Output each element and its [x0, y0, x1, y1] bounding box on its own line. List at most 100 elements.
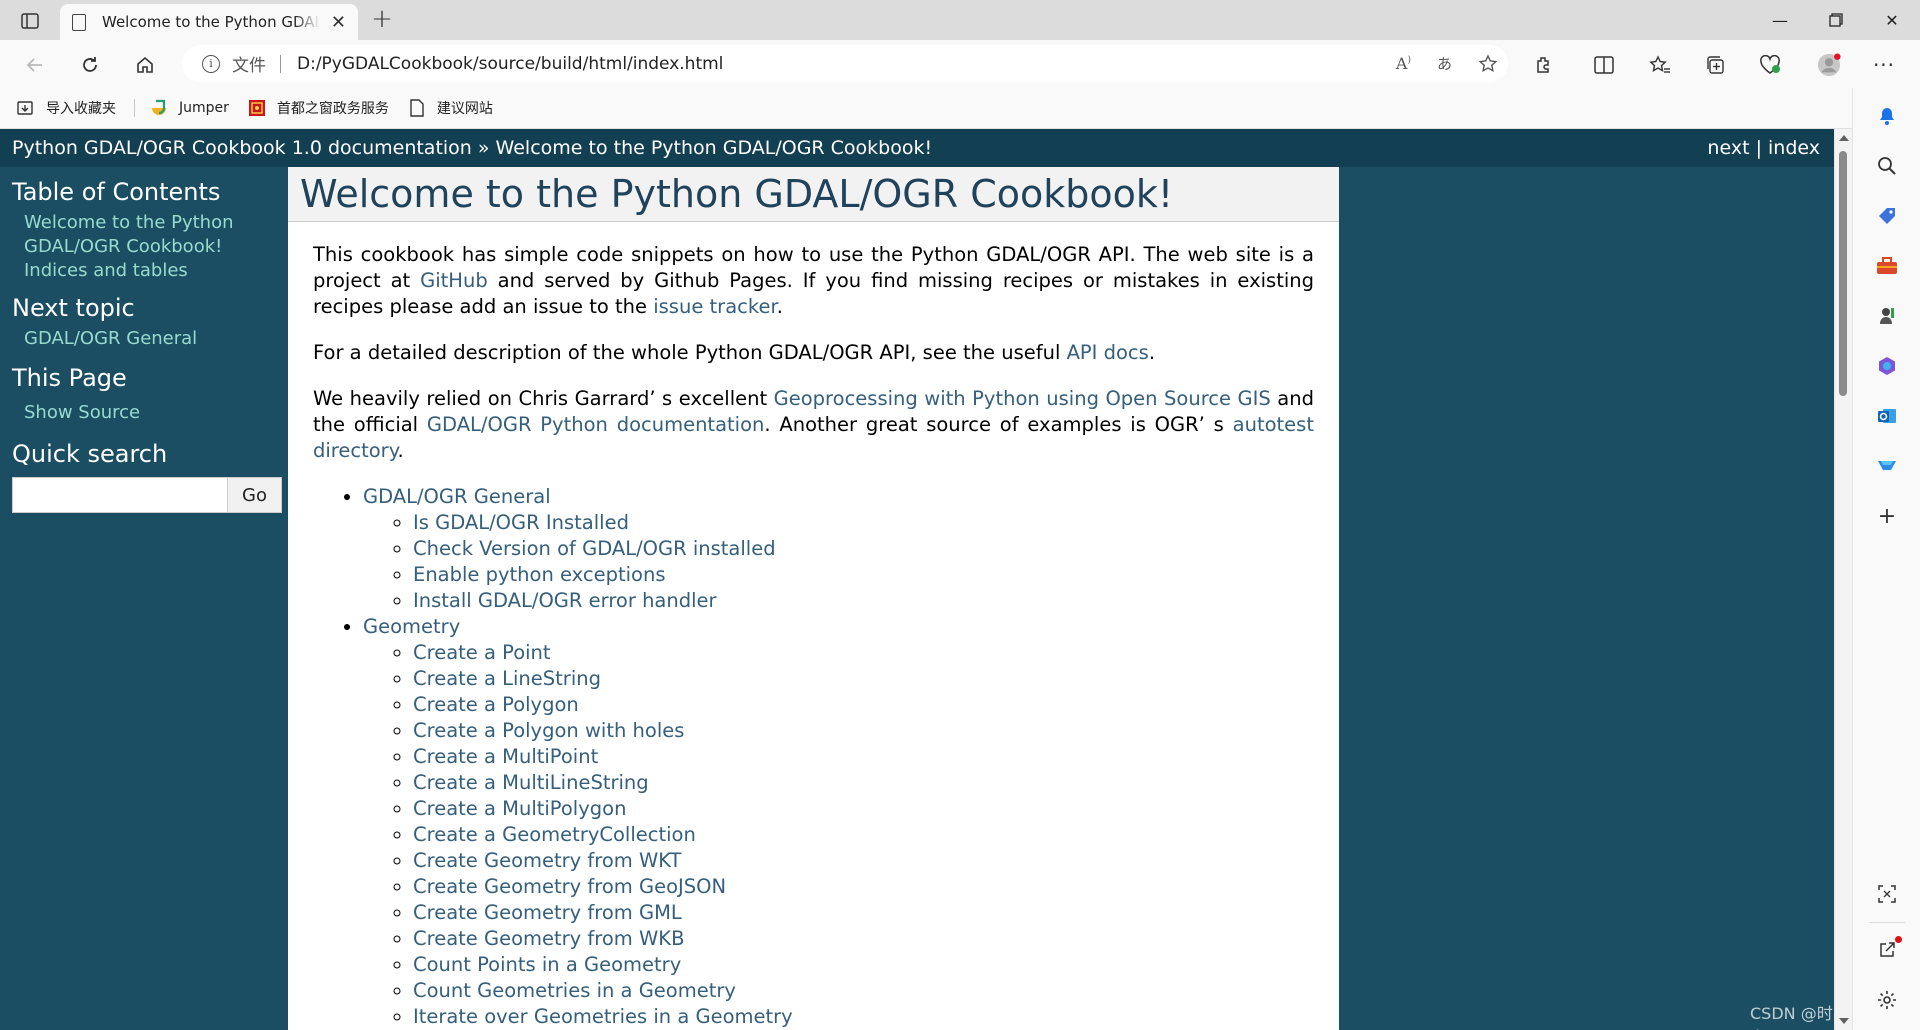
toc-subsection: Create a Polygon with holes: [413, 718, 1314, 744]
tab-actions-button[interactable]: [12, 8, 48, 34]
geoprocessing-link[interactable]: Geoprocessing with Python using Open Sou…: [774, 387, 1271, 410]
restore-button[interactable]: [1808, 0, 1864, 40]
toc-subsection-link[interactable]: Create Geometry from GeoJSON: [413, 875, 726, 898]
shopping-tag-icon[interactable]: [1875, 204, 1899, 228]
toc-subsection-link[interactable]: Create a Point: [413, 641, 551, 664]
active-tab[interactable]: Welcome to the Python GDAL/OGR Cookbook!…: [60, 4, 358, 40]
bell-icon[interactable]: [1875, 104, 1899, 128]
extensions-icon[interactable]: [1532, 53, 1556, 77]
toc-subsection: Create Geometry from WKB: [413, 926, 1314, 952]
toc-subsection-link[interactable]: Create a Polygon: [413, 693, 579, 716]
next-topic-link[interactable]: GDAL/OGR General: [24, 327, 288, 351]
home-button[interactable]: [130, 50, 160, 80]
text: For a detailed description of the whole …: [313, 341, 1067, 364]
toc-subsection-link[interactable]: Enable python exceptions: [413, 563, 666, 586]
text: . Another great source of examples is OG…: [764, 413, 1233, 436]
page-scrollbar[interactable]: [1834, 129, 1852, 1030]
add-icon[interactable]: +: [1875, 504, 1899, 529]
toc-subsection-link[interactable]: Create a GeometryCollection: [413, 823, 696, 846]
bookmark-label: 导入收藏夹: [46, 101, 116, 117]
drop-icon[interactable]: [1875, 454, 1899, 478]
search-go-button[interactable]: Go: [228, 477, 282, 513]
favorites-icon[interactable]: [1648, 53, 1672, 77]
refresh-button[interactable]: [75, 50, 105, 80]
toc-subsection-link[interactable]: Create a LineString: [413, 667, 601, 690]
bookmark-jumper[interactable]: Jumper: [149, 98, 229, 118]
read-aloud-icon[interactable]: A): [1396, 54, 1411, 73]
toc-subsection: Create a LineString: [413, 666, 1314, 692]
gdal-python-docs-link[interactable]: GDAL/OGR Python documentation: [427, 413, 764, 436]
toc-subsection: Create a Polygon: [413, 692, 1314, 718]
toc-subsection-link[interactable]: Count Geometries in a Geometry: [413, 979, 736, 1002]
toc-subsection-link[interactable]: Check Version of GDAL/OGR installed: [413, 537, 776, 560]
scrollbar-thumb[interactable]: [1839, 151, 1847, 396]
toc-subsection-link[interactable]: Create a MultiPoint: [413, 745, 598, 768]
next-link[interactable]: next: [1707, 137, 1749, 159]
collections-icon[interactable]: [1703, 53, 1727, 77]
scroll-down-icon[interactable]: [1839, 1018, 1849, 1024]
url-text[interactable]: D:/PyGDALCookbook/source/build/html/inde…: [297, 54, 723, 74]
games-icon[interactable]: [1875, 304, 1899, 328]
toc-section-link[interactable]: GDAL/OGR General: [363, 485, 551, 508]
info-icon[interactable]: i: [202, 54, 220, 73]
search-icon[interactable]: [1875, 154, 1899, 178]
nav-separator: |: [1755, 137, 1762, 159]
toc-subsection-link[interactable]: Create a MultiLineString: [413, 771, 649, 794]
more-menu-icon[interactable]: ···: [1872, 53, 1896, 77]
github-link[interactable]: GitHub: [420, 269, 488, 292]
close-window-button[interactable]: ✕: [1864, 0, 1920, 40]
translate-icon[interactable]: あ: [1437, 53, 1452, 74]
show-source-link[interactable]: Show Source: [24, 401, 288, 425]
toc-subsection-link[interactable]: Create Geometry from WKB: [413, 927, 684, 950]
edge-sidebar: +: [1852, 88, 1920, 1030]
toc-subsection: Create a Point: [413, 640, 1314, 666]
microsoft-365-icon[interactable]: [1875, 354, 1899, 378]
browser-toolbar: i 文件 D:/PyGDALCookbook/source/build/html…: [0, 40, 1920, 88]
tools-icon[interactable]: [1875, 254, 1899, 278]
quick-search-input[interactable]: [12, 477, 228, 513]
toc-section: GDAL/OGR General Is GDAL/OGR Installed Che…: [363, 484, 1314, 614]
quick-search-heading: Quick search: [12, 440, 168, 468]
minimize-button[interactable]: —: [1752, 0, 1808, 40]
split-screen-icon[interactable]: [1592, 53, 1616, 77]
issue-tracker-link[interactable]: issue tracker: [653, 295, 776, 318]
text: .: [776, 295, 783, 318]
settings-gear-icon[interactable]: [1875, 988, 1899, 1012]
address-bar[interactable]: i 文件 D:/PyGDALCookbook/source/build/html…: [182, 45, 1508, 82]
toc-subsection-link[interactable]: Count Points in a Geometry: [413, 953, 681, 976]
toc-subsection-link[interactable]: Install GDAL/OGR error handler: [413, 589, 717, 612]
new-tab-button[interactable]: +: [368, 6, 396, 34]
screenshot-icon[interactable]: [1875, 882, 1899, 906]
favorite-star-icon[interactable]: [1478, 53, 1498, 74]
contents-tree: GDAL/OGR General Is GDAL/OGR Installed Che…: [338, 484, 1314, 1030]
bookmark-suggested-sites[interactable]: 建议网站: [407, 98, 493, 118]
toc-subsection-link[interactable]: Create a MultiPolygon: [413, 797, 626, 820]
toc-subsection-link[interactable]: Iterate over Geometries in a Geometry: [413, 1005, 793, 1028]
watermark: CSDN @时空worker: [1750, 1004, 1833, 1030]
toc-link-welcome[interactable]: Welcome to the Python GDAL/OGR Cookbook!: [24, 211, 288, 259]
close-tab-icon[interactable]: ✕: [331, 12, 346, 33]
toc-subsection: Count Points in a Geometry: [413, 952, 1314, 978]
bookmarks-bar: 导入收藏夹 Jumper 首都之窗政务服务 建议网站: [0, 88, 1920, 129]
profile-avatar[interactable]: [1817, 53, 1841, 77]
toc-subsection-link[interactable]: Create Geometry from WKT: [413, 849, 681, 872]
toc-link-indices[interactable]: Indices and tables: [24, 259, 288, 283]
breadcrumb[interactable]: Python GDAL/OGR Cookbook 1.0 documentati…: [12, 137, 932, 159]
toc-section-link[interactable]: Geometry: [363, 615, 460, 638]
api-docs-link[interactable]: API docs: [1067, 341, 1149, 364]
toc-subsection-link[interactable]: Create Geometry from GML: [413, 901, 682, 924]
browser-essentials-icon[interactable]: [1758, 53, 1782, 77]
outlook-icon[interactable]: [1875, 404, 1899, 428]
toc-subsection-link[interactable]: Is GDAL/OGR Installed: [413, 511, 629, 534]
page-icon: [407, 98, 427, 118]
address-separator: [280, 54, 281, 73]
bookmark-beijing-gov[interactable]: 首都之窗政务服务: [247, 98, 389, 118]
bookmark-import-favorites[interactable]: 导入收藏夹: [16, 98, 116, 118]
back-button[interactable]: [20, 50, 50, 80]
tab-actions-icon: [21, 13, 39, 29]
index-link[interactable]: index: [1768, 137, 1820, 159]
toc-subsection-link[interactable]: Create a Polygon with holes: [413, 719, 684, 742]
scroll-up-icon[interactable]: [1839, 135, 1849, 141]
toc-subsection: Create Geometry from WKT: [413, 848, 1314, 874]
back-arrow-icon: [26, 58, 42, 72]
